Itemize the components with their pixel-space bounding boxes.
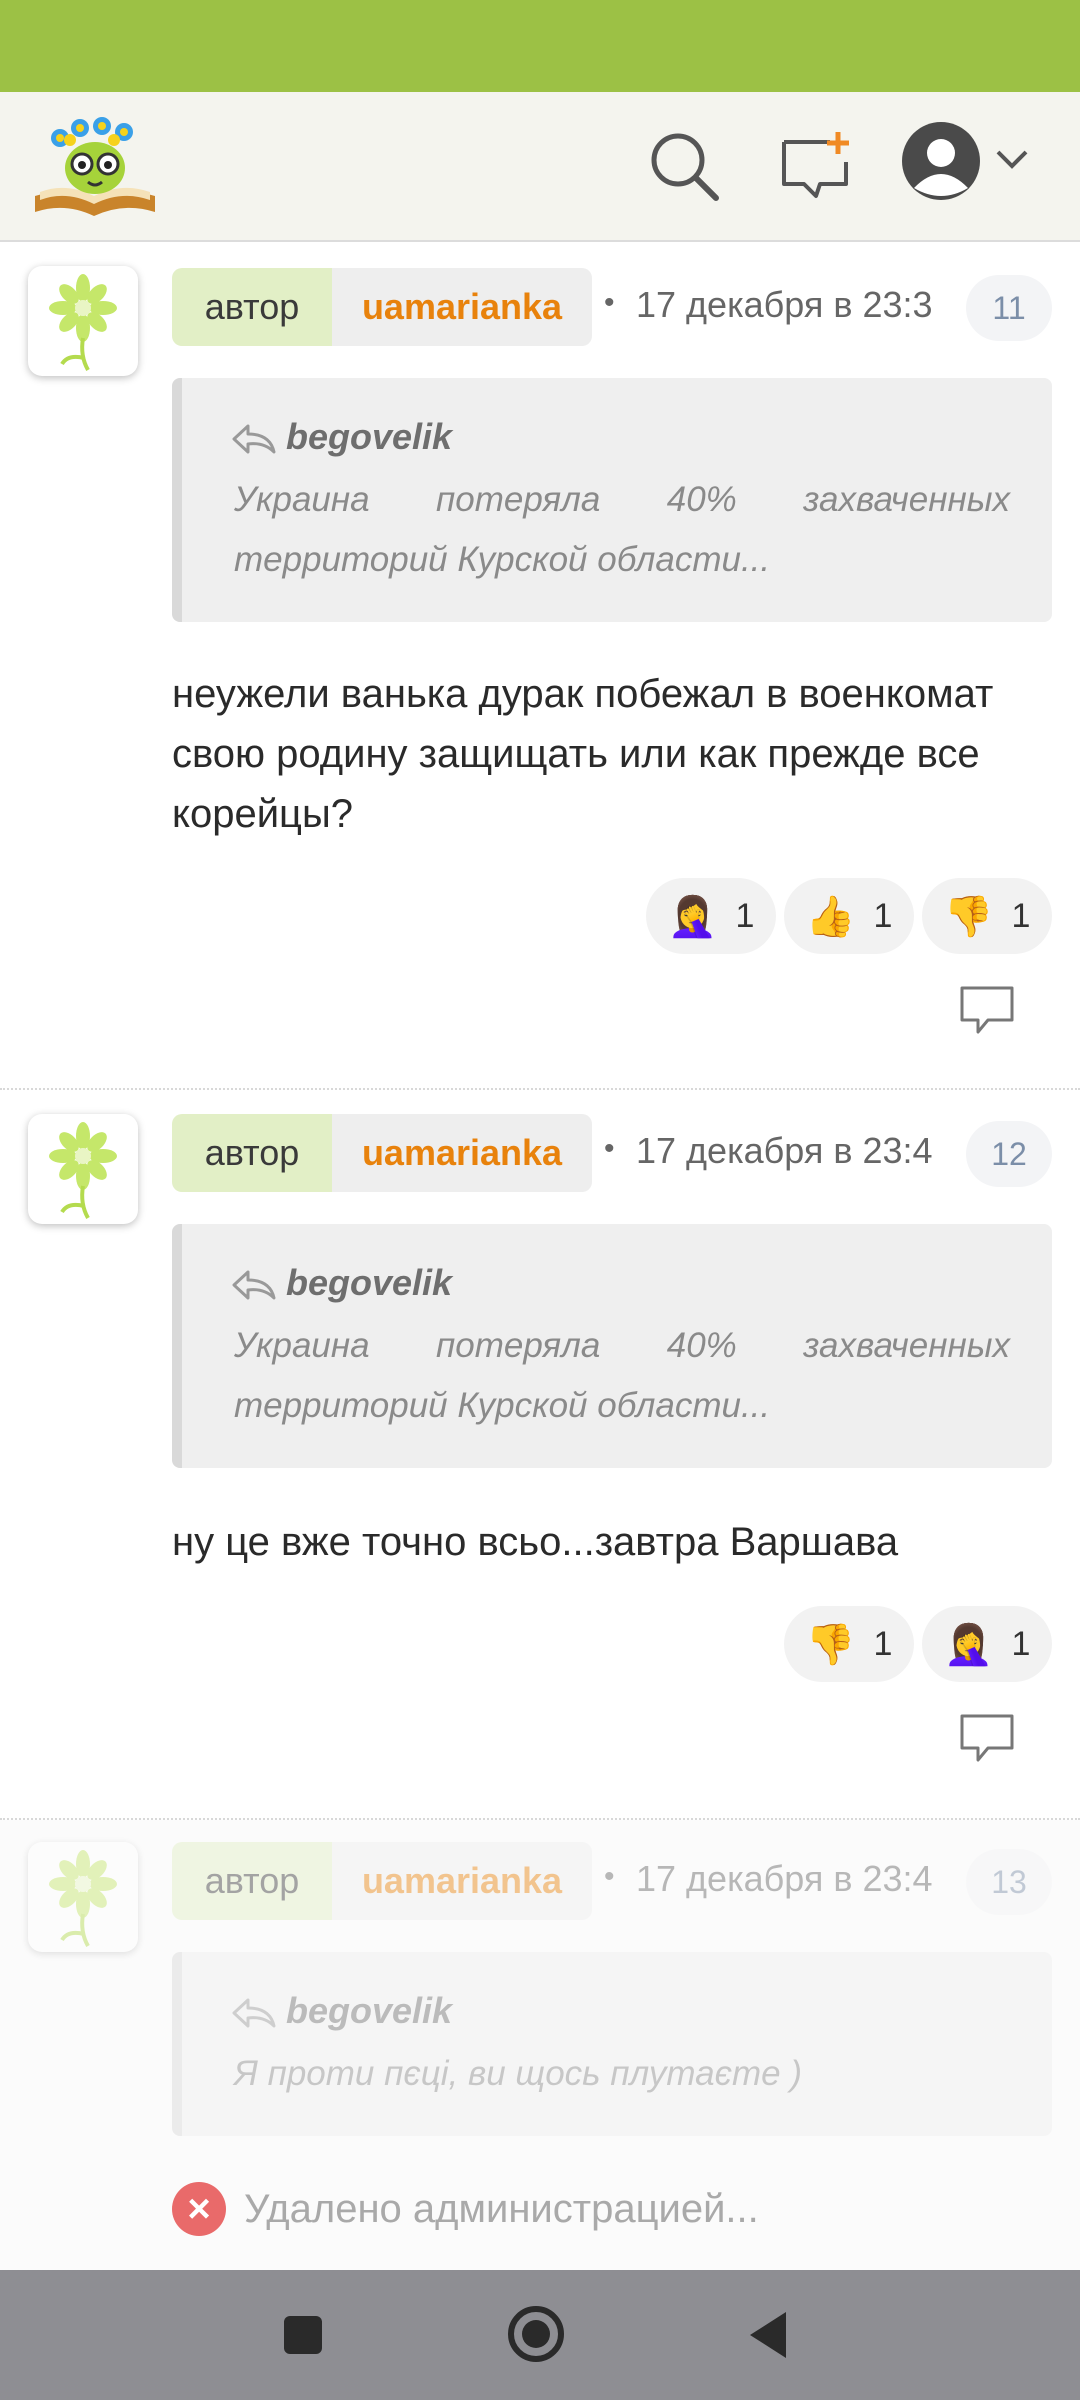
close-icon: × [172, 2182, 226, 2236]
reaction-count: 1 [1011, 896, 1031, 935]
reply-arrow-icon [230, 1996, 278, 2035]
quote-username: begovelik [286, 1262, 453, 1303]
chevron-down-icon[interactable] [994, 148, 1030, 177]
comment-number[interactable]: 12 [966, 1121, 1052, 1187]
reaction-thumbs-up[interactable]: 👍 1 [784, 878, 914, 954]
author-name[interactable]: uamarianka [332, 268, 592, 346]
new-message-icon[interactable] [778, 128, 854, 209]
quote-username: begovelik [286, 416, 453, 457]
reaction-count: 1 [735, 896, 755, 935]
home-circle-icon[interactable] [506, 2304, 566, 2369]
avatar[interactable] [28, 1842, 138, 1952]
quote-username: begovelik [286, 1990, 453, 2031]
reaction-thumbs-down[interactable]: 👎 1 [784, 1606, 914, 1682]
reply-arrow-icon [230, 1268, 278, 1307]
profile-icon[interactable] [900, 120, 982, 207]
avatar[interactable] [28, 1114, 138, 1224]
quote-block[interactable]: begovelik Украина потеряла 40% захваченн… [172, 378, 1052, 622]
status-bar [0, 0, 1080, 92]
reply-comment-icon[interactable] [958, 984, 1016, 1041]
reaction-facepalm[interactable]: 🤦‍♀️ 1 [922, 1606, 1052, 1682]
quote-block[interactable]: begovelik Украина потеряла 40% захваченн… [172, 1224, 1052, 1468]
reaction-thumbs-down[interactable]: 👎 1 [922, 878, 1052, 954]
comment-date: 17 декабря в 23:4 [636, 1130, 933, 1171]
author-tag: автор [172, 1842, 332, 1920]
author-badge[interactable]: автор uamarianka [172, 1114, 592, 1192]
author-name[interactable]: uamarianka [332, 1842, 592, 1920]
system-nav-bar [0, 2270, 1080, 2400]
quote-text-line-1: Я проти пєці, ви щось плутаєте ) [234, 2054, 802, 2093]
comment-date: 17 декабря в 23:3 [636, 284, 933, 325]
comment-number[interactable]: 11 [966, 275, 1052, 341]
thumbs-down-emoji: 👎 [805, 1622, 856, 1667]
facepalm-emoji: 🤦‍♀️ [667, 894, 718, 939]
comment-date: 17 декабря в 23:4 [636, 1858, 933, 1899]
author-badge[interactable]: автор uamarianka [172, 1842, 592, 1920]
author-tag: автор [172, 1114, 332, 1192]
meta-separator: • [604, 1132, 615, 1165]
meta-separator: • [604, 1860, 615, 1893]
author-tag: автор [172, 268, 332, 346]
quote-block[interactable]: begovelik Я проти пєці, ви щось плутаєте… [172, 1952, 1052, 2136]
author-name[interactable]: uamarianka [332, 1114, 592, 1192]
deleted-notice: × Удалено администрацией... [172, 2182, 759, 2236]
meta-separator: • [604, 286, 615, 319]
quote-text-line-1: Украина потеряла 40% захваченных [234, 1326, 1010, 1365]
quote-text-line-2: территорий Курской области... [234, 1386, 771, 1425]
search-icon[interactable] [646, 128, 722, 209]
author-badge[interactable]: автор uamarianka [172, 268, 592, 346]
reaction-count: 1 [873, 896, 893, 935]
comment-text: неужели ванька дурак побежал в военкомат… [172, 672, 994, 836]
quote-text-line-2: территорий Курской области... [234, 540, 771, 579]
reaction-facepalm[interactable]: 🤦‍♀️ 1 [646, 878, 776, 954]
thumbs-down-emoji: 👎 [943, 894, 994, 939]
deleted-text: Удалено администрацией... [244, 2186, 759, 2231]
quote-text-line-1: Украина потеряла 40% захваченных [234, 480, 1010, 519]
reply-arrow-icon [230, 422, 278, 461]
back-triangle-icon[interactable] [746, 2310, 790, 2365]
avatar[interactable] [28, 266, 138, 376]
comment-text: ну це вже точно всьо...завтра Варшава [172, 1520, 899, 1564]
comment-divider [0, 1088, 1080, 1090]
site-logo[interactable] [30, 108, 160, 220]
reply-comment-icon[interactable] [958, 1712, 1016, 1769]
reaction-count: 1 [873, 1624, 893, 1663]
recents-square-icon[interactable] [282, 2314, 324, 2361]
thumbs-up-emoji: 👍 [805, 894, 856, 939]
facepalm-emoji: 🤦‍♀️ [943, 1622, 994, 1667]
app-header [0, 92, 1080, 242]
comment-number[interactable]: 13 [966, 1849, 1052, 1915]
reaction-count: 1 [1011, 1624, 1031, 1663]
